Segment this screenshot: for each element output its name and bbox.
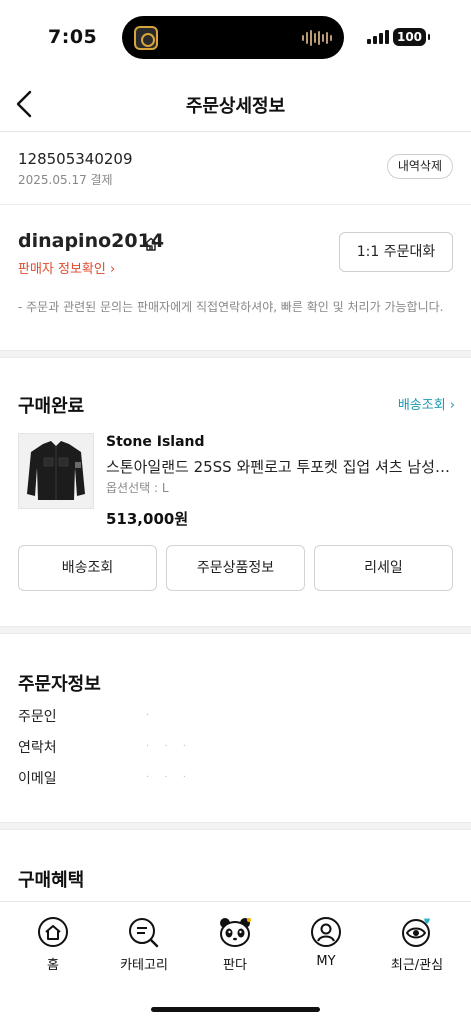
product-brand[interactable]: Stone Island (106, 434, 205, 450)
track-delivery-label: 배송조회 (397, 398, 446, 413)
nav-recent[interactable]: 최근/관심 (370, 916, 464, 973)
orderer-info-title: 주문자정보 (18, 674, 101, 695)
section-divider (0, 822, 471, 830)
nav-recent-label: 최근/관심 (390, 958, 444, 973)
category-search-icon (129, 918, 159, 948)
order-product-info-button[interactable]: 주문상품정보 (166, 545, 305, 591)
orderer-info-section: 주문자정보 주문인 · 연락처 · · · 이메일 · · · (0, 634, 471, 822)
nav-category[interactable]: 카테고리 (97, 916, 191, 973)
nav-panda-label: 판다 (223, 958, 247, 973)
seller-contact-notice: - 주문과 관련된 문의는 판매자에게 직접연락하셔야, 빠른 확인 및 처리가… (18, 300, 444, 314)
purchase-benefits-title: 구매혜택 (18, 870, 85, 891)
nav-panda[interactable]: 판다 (188, 916, 282, 973)
order-number: 128505340209 (18, 150, 133, 168)
order-date: 2025.05.17 결제 (18, 173, 113, 187)
audio-wave-icon (302, 29, 332, 47)
order-chat-button[interactable]: 1:1 주문대화 (339, 232, 453, 272)
battery-indicator: 100 (393, 28, 430, 46)
jacket-image (19, 434, 93, 508)
order-summary: 128505340209 2025.05.17 결제 내역삭제 (0, 133, 471, 205)
status-bar: 7:05 100 (0, 0, 471, 76)
seller-info-link[interactable]: 판매자 정보확인 › (18, 258, 115, 277)
nav-home-label: 홈 (47, 958, 59, 973)
purchase-section: 구매완료 배송조회 › Stone Island 스톤아일랜드 25SS 와펜로… (0, 358, 471, 626)
chevron-right-icon: › (110, 262, 116, 277)
resale-button[interactable]: 리세일 (314, 545, 453, 591)
home-indicator[interactable] (151, 1007, 320, 1012)
home-icon (38, 917, 68, 947)
store-home-icon[interactable] (143, 236, 159, 252)
page-title: 주문상세정보 (185, 96, 286, 117)
orderer-email-value: · · · (146, 772, 192, 783)
track-delivery-button[interactable]: 배송조회 (18, 545, 157, 591)
nav-my-label: MY (316, 954, 336, 969)
nav-category-label: 카테고리 (120, 958, 168, 973)
purchase-benefits-section: 구매혜택 (0, 830, 471, 900)
chevron-right-icon: › (449, 398, 455, 413)
seller-info-label: 판매자 정보확인 (18, 262, 106, 277)
orderer-email-label: 이메일 (18, 771, 57, 787)
product-name[interactable]: 스톤아일랜드 25SS 와펜로고 투포켓 집업 셔츠 남성용 블랙 (106, 456, 456, 477)
profile-icon (311, 917, 341, 947)
delete-history-button[interactable]: 내역삭제 (386, 154, 453, 179)
orderer-phone-label: 연락처 (18, 740, 57, 756)
seller-section: dinapino2014 판매자 정보확인 › 1:1 주문대화 - 주문과 관… (0, 206, 471, 350)
product-price: 513,000원 (106, 510, 189, 528)
section-divider (0, 350, 471, 358)
bottom-navigation: 홈 카테고리 판다 MY 최근/관심 (0, 901, 471, 1024)
product-option: 옵션선택 : L (106, 481, 169, 495)
dynamic-island (122, 16, 344, 59)
purchase-status: 구매완료 (18, 396, 85, 417)
orderer-name-label: 주문인 (18, 709, 57, 725)
live-activity-app-icon (134, 26, 158, 50)
page-header: 주문상세정보 (0, 76, 471, 132)
nav-my[interactable]: MY (279, 916, 373, 969)
recent-eye-icon (402, 918, 430, 947)
orderer-phone-value: · · · (146, 741, 192, 752)
cellular-signal-icon (367, 30, 389, 44)
nav-home[interactable]: 홈 (6, 916, 100, 973)
track-delivery-link[interactable]: 배송조회 › (398, 394, 455, 413)
status-time: 7:05 (48, 26, 98, 48)
product-thumbnail[interactable] (18, 433, 94, 509)
section-divider (0, 626, 471, 634)
panda-icon (220, 918, 251, 947)
orderer-name-value: · (146, 710, 156, 721)
